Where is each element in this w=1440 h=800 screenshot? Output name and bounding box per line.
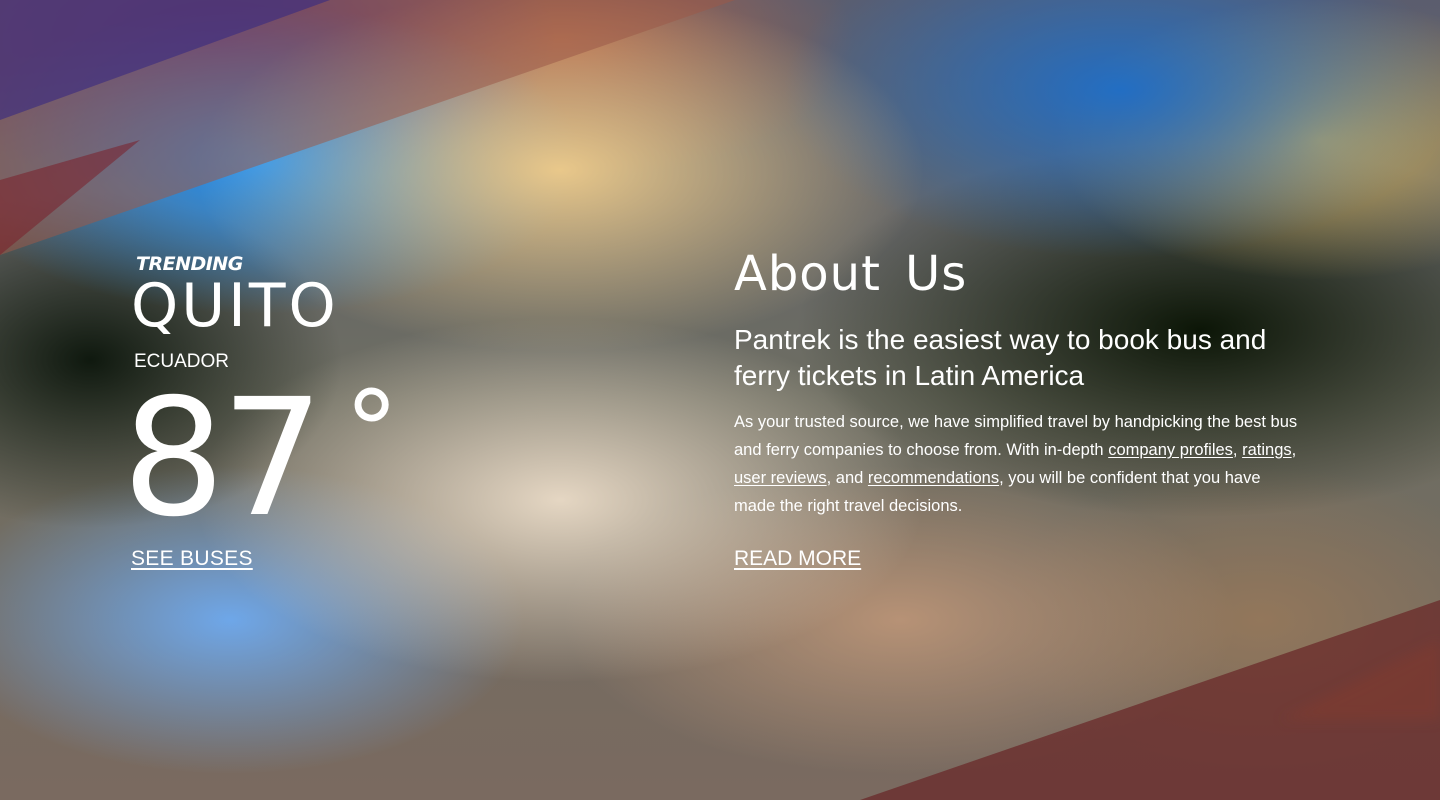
recommendations-link[interactable]: recommendations (868, 469, 999, 487)
about-body-separator: , and (826, 469, 868, 487)
about-body: As your trusted source, we have simplifi… (734, 408, 1304, 520)
user-reviews-link[interactable]: user reviews (734, 469, 827, 487)
read-more-link[interactable]: READ MORE (734, 547, 861, 571)
ratings-link[interactable]: ratings (1242, 441, 1292, 459)
about-body-separator: , (1291, 441, 1297, 459)
temperature-value: 87 (122, 365, 324, 553)
see-buses-link[interactable]: SEE BUSES (131, 547, 253, 571)
about-title: About Us (734, 246, 968, 302)
about-subtitle: Pantrek is the easiest way to book bus a… (734, 324, 1267, 391)
about-body-separator: , (1232, 441, 1243, 459)
company-profiles-link[interactable]: company profiles (1108, 441, 1233, 459)
temperature-display: 87 ° (122, 367, 399, 540)
degree-symbol: ° (344, 367, 399, 495)
trending-city: QUITO (131, 271, 339, 341)
about-section: About Us Pantrek is the easiest way to b… (734, 250, 1304, 520)
